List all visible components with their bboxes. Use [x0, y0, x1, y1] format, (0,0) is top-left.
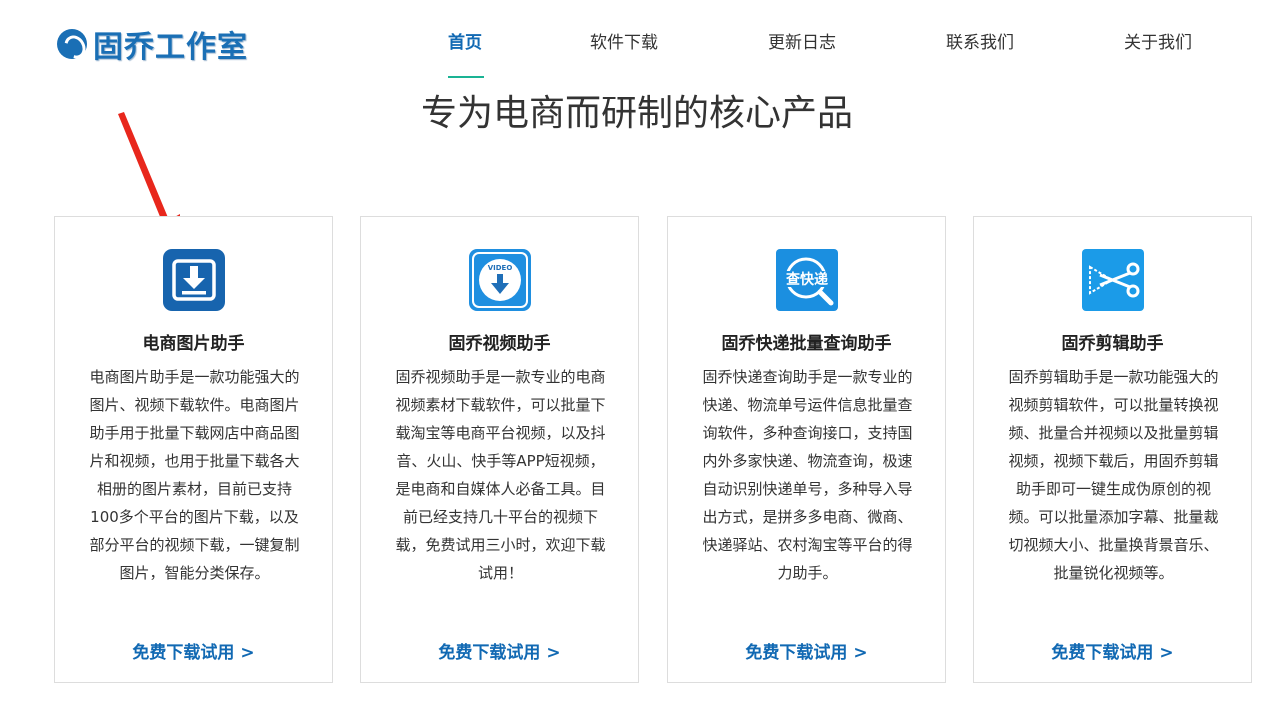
product-title: 固乔视频助手	[448, 334, 551, 354]
free-trial-link[interactable]: 免费下载试用 >	[974, 638, 1251, 663]
free-trial-link[interactable]: 免费下载试用 >	[668, 638, 945, 663]
nav-item-changelog[interactable]: 更新日志	[768, 28, 836, 53]
product-description: 固乔快递查询助手是一款专业的快递、物流单号运件信息批量查询软件，多种查询接口，支…	[702, 368, 913, 582]
nav-active-underline	[448, 76, 484, 78]
express-search-icon: 查快递	[776, 249, 838, 311]
product-description: 固乔视频助手是一款专业的电商视频素材下载软件，可以批量下载淘宝等电商平台视频，以…	[395, 368, 606, 582]
download-icon	[163, 249, 225, 311]
main-nav: 首页 软件下载 更新日志 联系我们 关于我们	[0, 28, 1274, 53]
product-description: 固乔剪辑助手是一款功能强大的视频剪辑软件，可以批量转换视频、批量合并视频以及批量…	[1008, 368, 1219, 582]
section-headline: 专为电商而研制的核心产品	[420, 93, 853, 134]
product-title: 电商图片助手	[142, 334, 245, 354]
product-title: 固乔剪辑助手	[1061, 334, 1164, 354]
free-trial-link[interactable]: 免费下载试用 >	[361, 638, 638, 663]
product-card-video-helper: VIDEO 固乔视频助手 固乔视频助手是一款专业的电商视频素材下载软件，可以批量…	[360, 216, 639, 683]
scissors-icon	[1082, 249, 1144, 311]
product-card-express-query: 查快递 固乔快递批量查询助手 固乔快递查询助手是一款专业的快递、物流单号运件信息…	[667, 216, 946, 683]
product-title: 固乔快递批量查询助手	[721, 334, 892, 354]
video-download-icon: VIDEO	[469, 249, 531, 311]
nav-item-contact[interactable]: 联系我们	[946, 28, 1014, 53]
free-trial-link[interactable]: 免费下载试用 >	[55, 638, 332, 663]
product-card-image-helper: 电商图片助手 电商图片助手是一款功能强大的图片、视频下载软件。电商图片助手用于批…	[54, 216, 333, 683]
nav-item-software-download[interactable]: 软件下载	[590, 28, 658, 53]
nav-item-about[interactable]: 关于我们	[1124, 28, 1192, 53]
product-card-edit-helper: 固乔剪辑助手 固乔剪辑助手是一款功能强大的视频剪辑软件，可以批量转换视频、批量合…	[973, 216, 1252, 683]
video-icon-label: VIDEO	[488, 264, 513, 272]
express-icon-label: 查快递	[786, 271, 828, 288]
product-description: 电商图片助手是一款功能强大的图片、视频下载软件。电商图片助手用于批量下载网店中商…	[89, 368, 300, 582]
nav-item-home[interactable]: 首页	[448, 28, 482, 53]
